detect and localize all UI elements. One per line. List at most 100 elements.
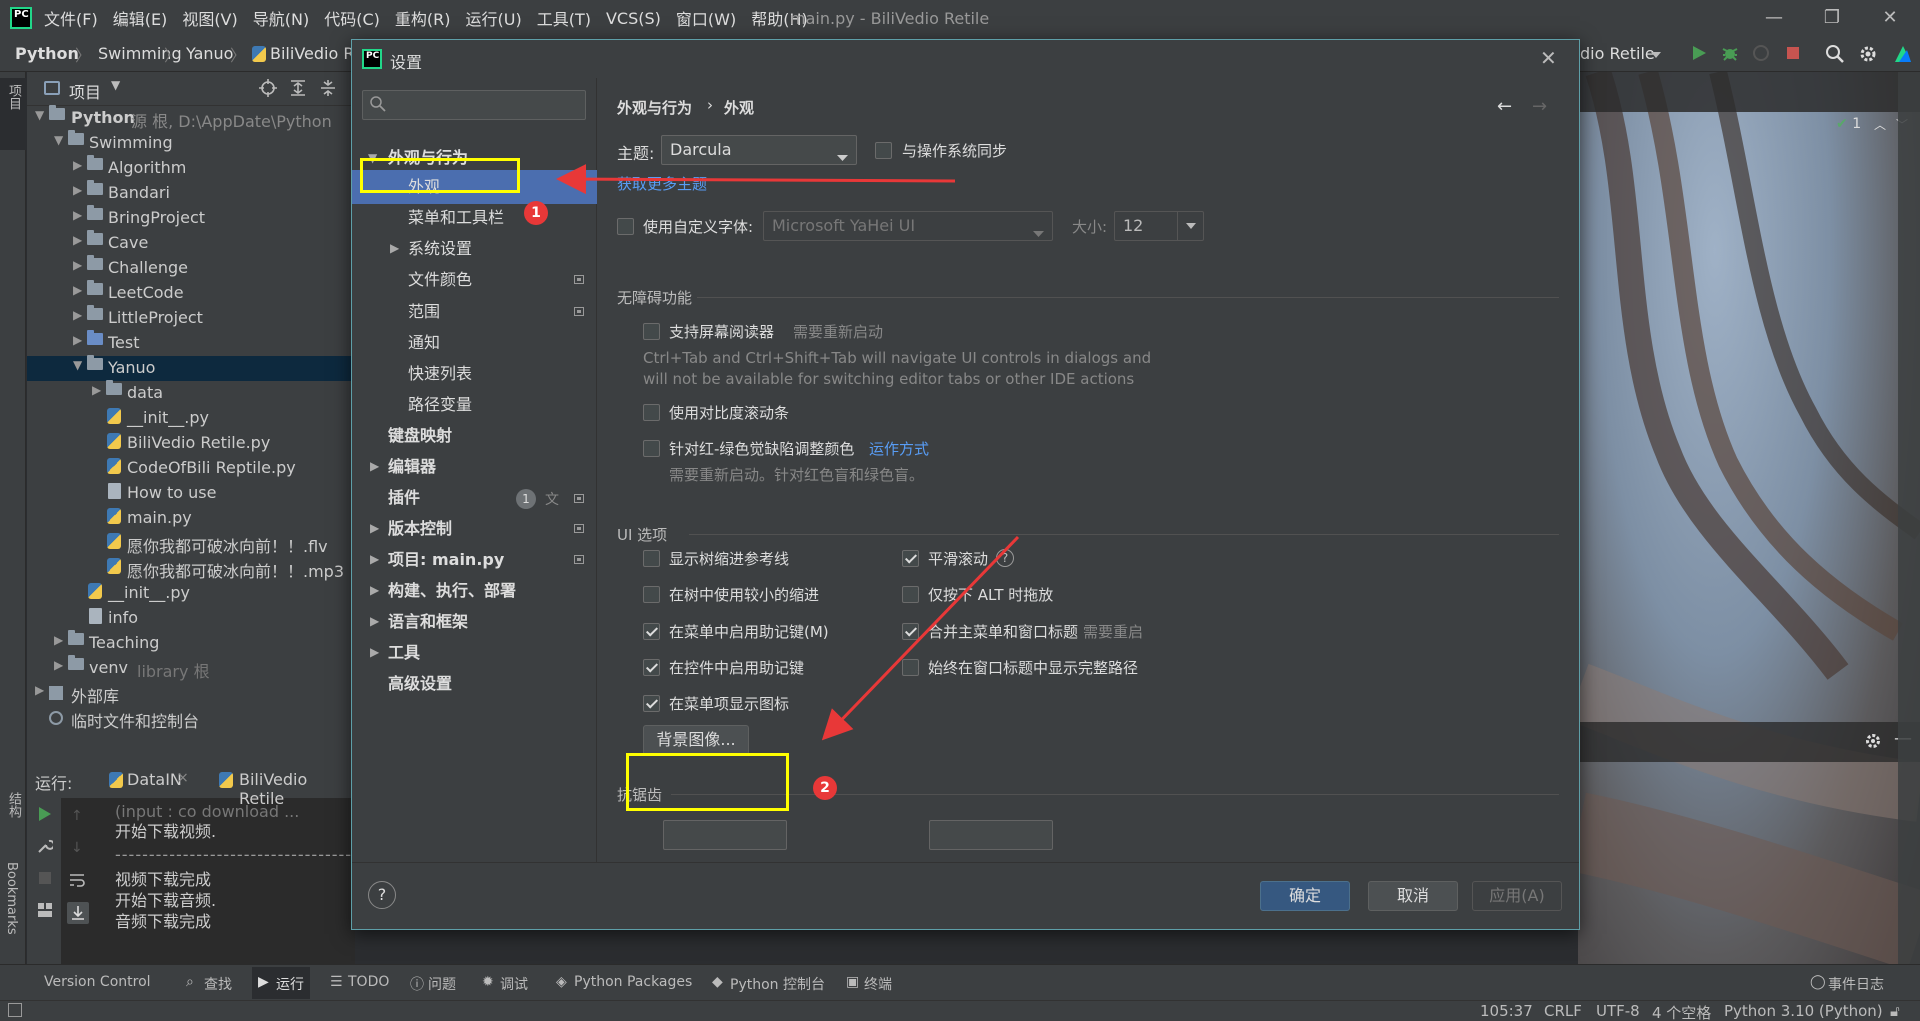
sync-os-checkbox[interactable] <box>875 142 892 159</box>
run-icon[interactable] <box>1690 44 1708 66</box>
tree-item-bandari[interactable]: ▶ Bandari <box>27 180 355 206</box>
chevron-down-icon[interactable]: ▼ <box>35 108 45 122</box>
indent-setting[interactable]: 4 个空格 <box>1652 1002 1711 1021</box>
tree-item-mp3-file[interactable]: 愿你我都可破冰向前！！.mp3 <box>27 556 355 581</box>
nav-scopes[interactable]: 范围 <box>408 298 440 326</box>
gear-icon[interactable] <box>1858 44 1878 68</box>
close-window-button[interactable]: ✕ <box>1878 6 1902 30</box>
chevron-right-icon[interactable]: ▶ <box>73 308 83 322</box>
project-view-selector[interactable]: 项目 <box>69 79 101 103</box>
tree-item-init-py[interactable]: __init__.py <box>27 406 355 431</box>
nav-build-execution[interactable]: 构建、执行、部署 <box>388 577 516 605</box>
color-deficiency-checkbox[interactable] <box>643 440 660 457</box>
menu-code[interactable]: 代码(C) <box>324 6 380 30</box>
chevron-down-icon[interactable]: ▼ <box>111 78 120 92</box>
full-path-title-checkbox[interactable] <box>902 659 919 676</box>
chevron-right-icon[interactable]: ▶ <box>370 552 379 566</box>
minimize-button[interactable]: — <box>1762 6 1786 30</box>
run-tab-datain[interactable]: DataIN <box>127 770 182 789</box>
get-more-themes-link[interactable]: 获取更多主题 <box>617 173 707 194</box>
coverage-icon[interactable] <box>1752 44 1770 66</box>
merge-menu-title-checkbox[interactable] <box>902 623 919 640</box>
collapse-all-icon[interactable] <box>319 79 337 101</box>
toggle-tool-windows-icon[interactable] <box>8 1003 22 1017</box>
help-button[interactable]: ? <box>368 881 396 909</box>
tree-item-scratches[interactable]: 临时文件和控制台 <box>27 706 355 731</box>
how-it-works-link[interactable]: 运作方式 <box>869 438 929 459</box>
tree-item-python[interactable]: ▼ Python 源 根, D:\AppDate\Python <box>27 105 355 131</box>
tool-tab-version-control[interactable]: Version Control <box>44 974 151 990</box>
chevron-right-icon[interactable]: ▶ <box>92 383 102 397</box>
tool-tab-terminal[interactable]: 终端 <box>864 974 892 994</box>
editor-antialias-select[interactable] <box>929 820 1053 850</box>
tool-tab-debug[interactable]: 调试 <box>500 974 528 994</box>
screen-reader-checkbox[interactable] <box>643 323 660 340</box>
chevron-right-icon[interactable]: ▶ <box>370 583 379 597</box>
menu-view[interactable]: 视图(V) <box>182 6 237 30</box>
forward-arrow-icon[interactable]: → <box>1532 96 1547 117</box>
chevron-down-icon[interactable]: ▼ <box>54 133 64 147</box>
breadcrumb-yanuo[interactable]: Yanuo <box>186 44 233 63</box>
alt-drag-drop-checkbox[interactable] <box>902 586 919 603</box>
nav-editor[interactable]: 编辑器 <box>388 453 436 481</box>
stop-icon[interactable] <box>1784 44 1802 66</box>
tool-tab-event-log[interactable]: 事件日志 <box>1828 974 1884 994</box>
cancel-button[interactable]: 取消 <box>1368 881 1458 911</box>
smooth-scrolling-checkbox[interactable] <box>902 550 919 567</box>
chevron-right-icon[interactable]: ▶ <box>73 333 83 347</box>
soft-wrap-icon[interactable] <box>69 872 85 892</box>
menu-mnemonics-checkbox[interactable] <box>643 623 660 640</box>
chevron-right-icon[interactable]: ▶ <box>73 258 83 272</box>
line-separator[interactable]: CRLF <box>1544 1002 1582 1020</box>
run-config-selector[interactable]: dio Retile <box>1580 44 1655 63</box>
tool-tab-run[interactable]: 运行 <box>276 974 304 994</box>
menu-vcs[interactable]: VCS(S) <box>606 9 661 28</box>
tree-item-bringproject[interactable]: ▶ BringProject <box>27 205 355 231</box>
theme-select[interactable]: Darcula <box>661 135 857 165</box>
arrow-down-icon[interactable]: ↓ <box>71 840 83 856</box>
chevron-right-icon[interactable]: ▶ <box>370 614 379 628</box>
help-icon[interactable]: ? <box>996 549 1014 567</box>
tool-tab-python-packages[interactable]: Python Packages <box>574 974 692 990</box>
tree-item-teaching[interactable]: ▶ Teaching <box>27 630 355 656</box>
file-encoding[interactable]: UTF-8 <box>1596 1002 1640 1020</box>
chevron-right-icon[interactable]: ▶ <box>370 521 379 535</box>
breadcrumb-file[interactable]: BiliVedio R <box>270 44 354 63</box>
tree-indent-guides-checkbox[interactable] <box>643 550 660 567</box>
project-tab-label[interactable]: 项目 <box>4 84 23 110</box>
nav-notifications[interactable]: 通知 <box>408 329 440 357</box>
search-icon[interactable] <box>1825 44 1845 68</box>
nav-path-variables[interactable]: 路径变量 <box>408 391 472 419</box>
menu-icons-checkbox[interactable] <box>643 695 660 712</box>
apply-button[interactable]: 应用(A) <box>1472 881 1562 911</box>
caret-position[interactable]: 105:37 <box>1480 1002 1533 1020</box>
custom-font-checkbox[interactable] <box>617 218 634 235</box>
tree-item-cave[interactable]: ▶ Cave <box>27 230 355 256</box>
tool-tab-find[interactable]: 查找 <box>204 974 232 994</box>
tree-item-challenge[interactable]: ▶ Challenge <box>27 255 355 281</box>
tool-tab-problems[interactable]: 问题 <box>428 974 456 994</box>
layout-icon[interactable] <box>37 902 53 922</box>
tree-item-how-to-use[interactable]: How to use <box>27 481 355 506</box>
ok-button[interactable]: 确定 <box>1260 881 1350 911</box>
menu-tools[interactable]: 工具(T) <box>537 6 591 30</box>
expand-all-icon[interactable] <box>289 79 307 101</box>
nav-keymap[interactable]: 键盘映射 <box>388 422 452 450</box>
chevron-right-icon[interactable]: ▶ <box>54 658 64 672</box>
inspection-widget[interactable]: ✔ 1 <box>1836 116 1861 132</box>
contrast-scrollbars-checkbox[interactable] <box>643 404 660 421</box>
locate-icon[interactable] <box>259 79 277 101</box>
jetbrains-toolbox-icon[interactable] <box>1893 44 1913 68</box>
tree-item-flv-file[interactable]: 愿你我都可破冰向前！！.flv <box>27 531 355 556</box>
control-mnemonics-checkbox[interactable] <box>643 659 660 676</box>
chevron-right-icon[interactable]: ▶ <box>370 459 379 473</box>
tree-item-littleproject[interactable]: ▶ LittleProject <box>27 305 355 331</box>
tree-item-external-libraries[interactable]: ▶ 外部库 <box>27 681 355 706</box>
tree-item-init-py-2[interactable]: __init__.py <box>27 581 355 606</box>
restore-button[interactable]: ❐ <box>1820 6 1844 30</box>
tree-item-test[interactable]: ▶ Test <box>27 330 355 356</box>
stop-icon[interactable] <box>37 870 53 890</box>
tree-item-main-py[interactable]: main.py <box>27 506 355 531</box>
arrow-up-icon[interactable]: ↑ <box>71 808 83 824</box>
back-arrow-icon[interactable]: ← <box>1497 96 1512 117</box>
